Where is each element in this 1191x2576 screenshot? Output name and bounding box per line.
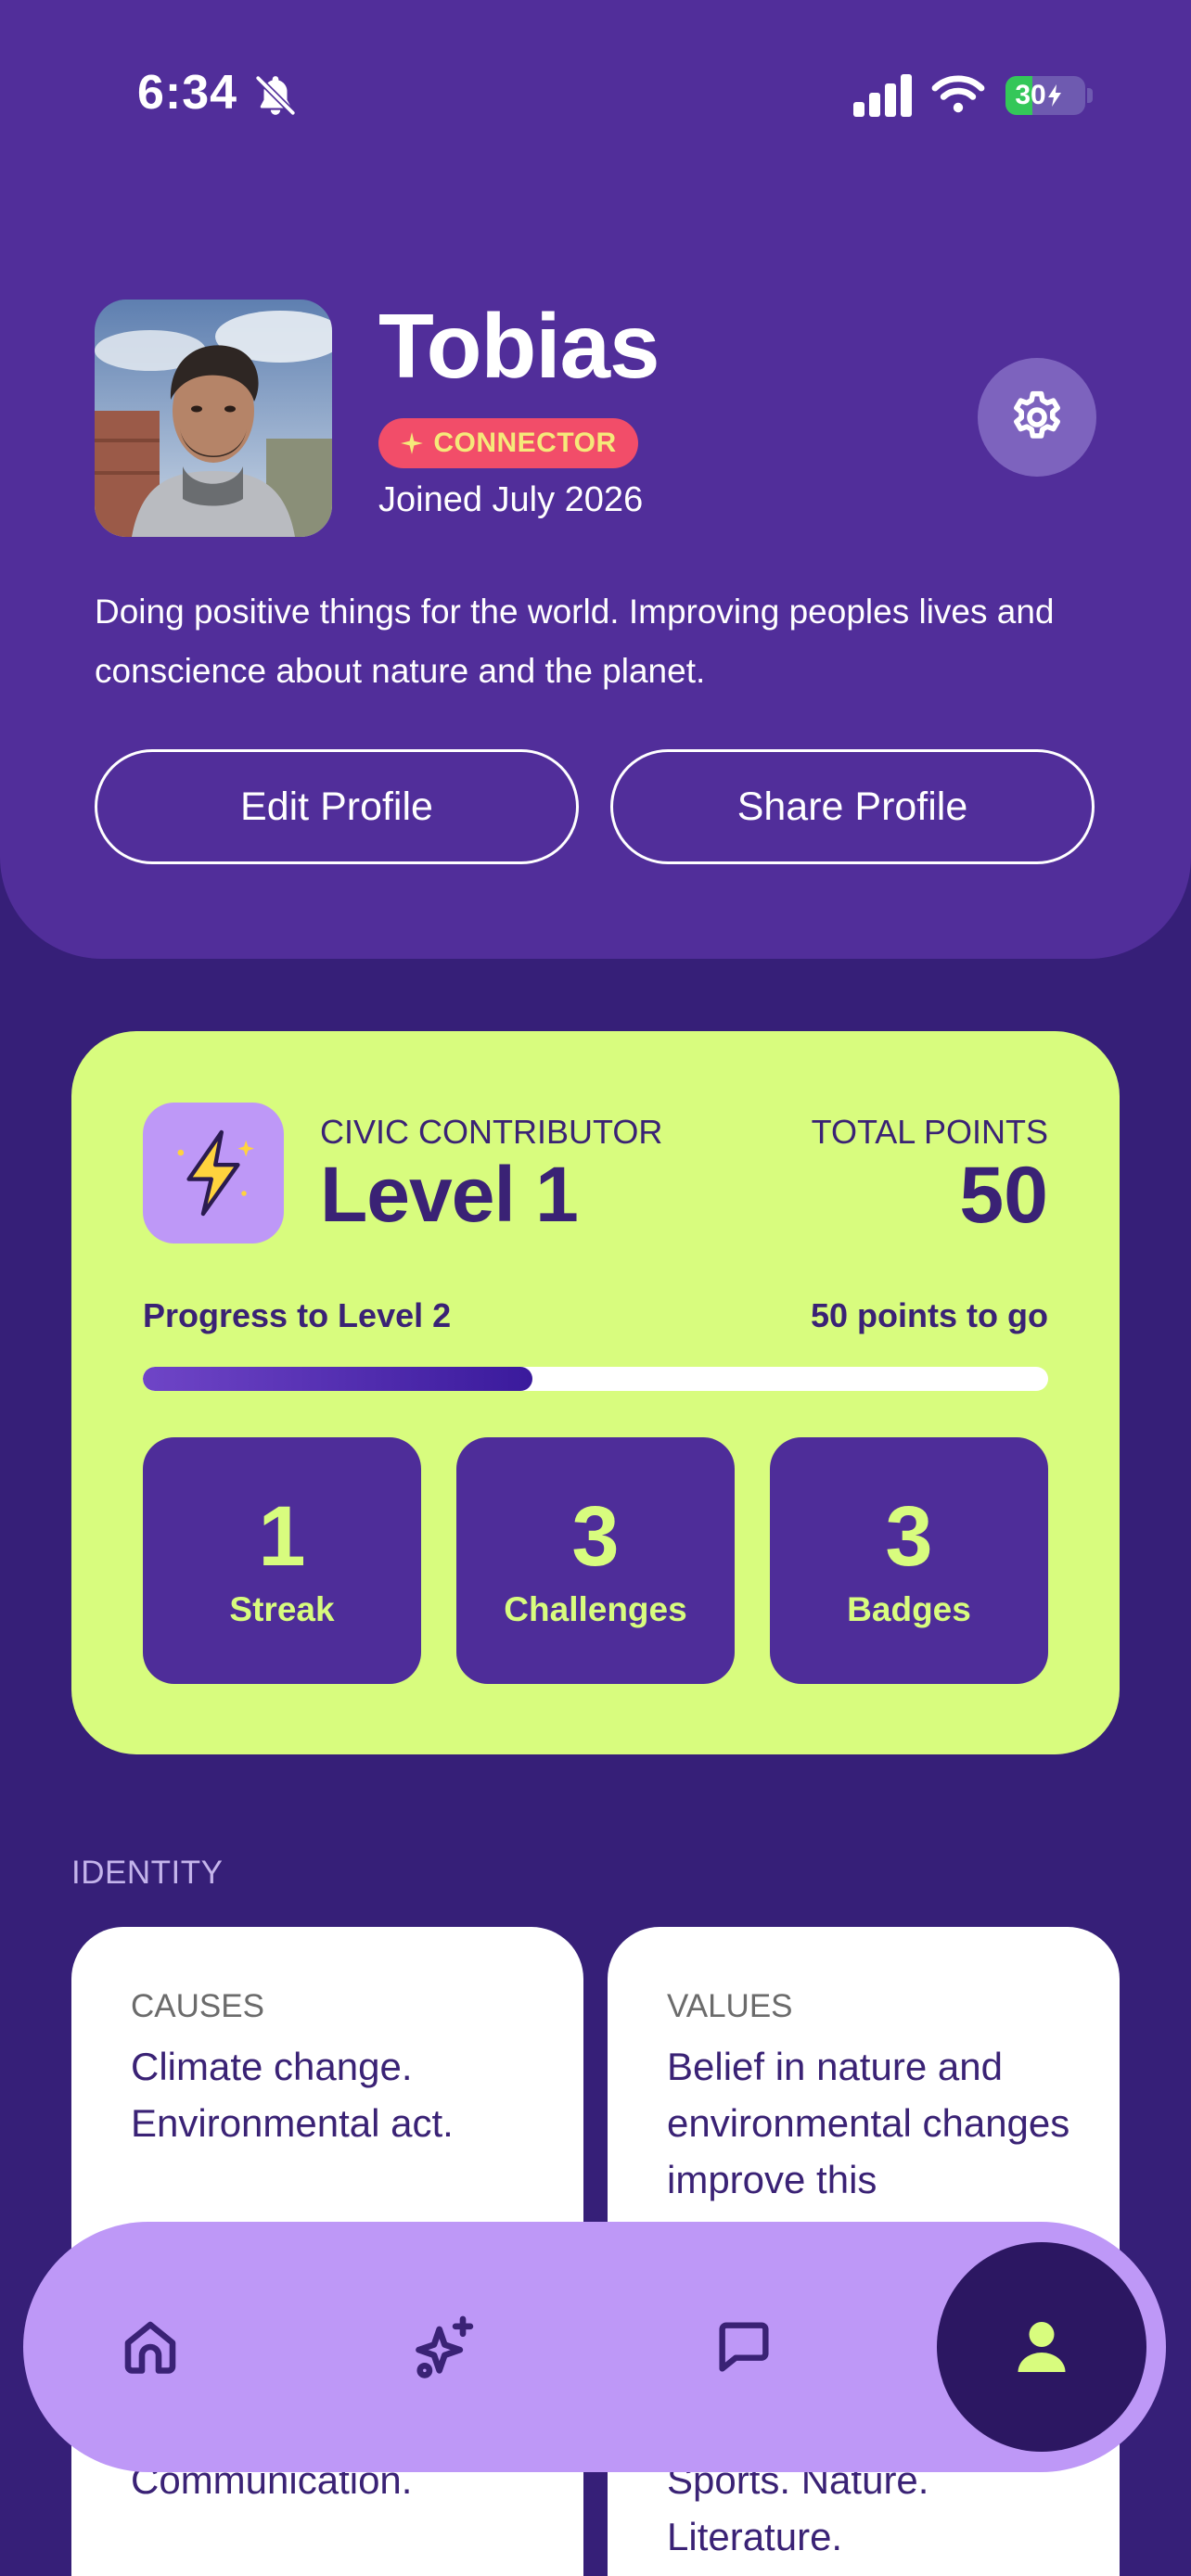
chat-icon: [719, 2322, 769, 2372]
profile-name: Tobias: [378, 295, 660, 397]
profile-icon: [1018, 2322, 1066, 2372]
identity-heading: IDENTITY: [71, 1855, 224, 1891]
nav-discover[interactable]: [383, 2285, 507, 2409]
sparkle-icon: [401, 432, 424, 454]
joined-date: Joined July 2026: [378, 480, 644, 519]
profile-header: 6:34 30 Tobias CONNECTOR Joined July 202…: [0, 0, 1191, 959]
signal-icon: [853, 74, 912, 117]
values-text: Belief in nature and environmental chang…: [667, 2045, 1070, 2201]
battery-icon: 30: [1005, 76, 1085, 115]
causes-text: Climate change. Environmental act.: [131, 2045, 454, 2145]
stat-value: 3: [885, 1488, 933, 1584]
stat-label: Challenges: [504, 1590, 687, 1629]
connector-badge: CONNECTOR: [378, 418, 638, 468]
rank-label: CIVIC CONTRIBUTOR: [320, 1113, 663, 1151]
status-time: 6:34: [137, 66, 238, 120]
nav-profile[interactable]: [937, 2242, 1146, 2452]
level-card: CIVIC CONTRIBUTOR Level 1 TOTAL POINTS 5…: [71, 1031, 1120, 1754]
home-icon: [124, 2321, 176, 2374]
causes-label: CAUSES: [131, 1988, 264, 2024]
nav-messages[interactable]: [682, 2285, 806, 2409]
status-bar: 6:34 30: [0, 0, 1191, 185]
stat-badges[interactable]: 3 Badges: [770, 1437, 1048, 1684]
gear-icon: [1014, 390, 1060, 439]
stat-value: 3: [571, 1488, 620, 1584]
avatar[interactable]: [95, 300, 332, 537]
battery-cap: [1087, 88, 1093, 103]
progress-remaining: 50 points to go: [811, 1296, 1048, 1334]
stat-label: Streak: [229, 1590, 335, 1629]
stat-label: Badges: [847, 1590, 971, 1629]
badge-label: CONNECTOR: [433, 427, 617, 458]
lightning-icon: [177, 1129, 254, 1217]
share-profile-button[interactable]: Share Profile: [610, 749, 1095, 864]
stat-challenges[interactable]: 3 Challenges: [456, 1437, 735, 1684]
level-icon-box: [143, 1103, 284, 1243]
bell-off-icon: [254, 74, 297, 117]
stat-value: 1: [258, 1488, 306, 1584]
profile-bio: Doing positive things for the world. Imp…: [95, 593, 1055, 690]
progress-label: Progress to Level 2: [143, 1296, 452, 1334]
points-value: 50: [959, 1151, 1048, 1240]
edit-profile-button[interactable]: Edit Profile: [95, 749, 579, 864]
avatar-photo: [95, 300, 332, 537]
wifi-icon: [931, 75, 985, 113]
settings-button[interactable]: [978, 358, 1096, 477]
points-label: TOTAL POINTS: [811, 1113, 1048, 1151]
nav-home[interactable]: [88, 2285, 212, 2409]
charging-bolt-icon: [1047, 84, 1061, 107]
stat-streak[interactable]: 1 Streak: [143, 1437, 421, 1684]
bottom-nav: [23, 2222, 1166, 2472]
level-title: Level 1: [320, 1151, 579, 1238]
sparkle-icon: [416, 2315, 474, 2378]
progress-bar: [143, 1367, 1048, 1391]
progress-fill: [143, 1367, 532, 1391]
values-label: VALUES: [667, 1988, 793, 2024]
battery-percent: 30: [1015, 80, 1046, 110]
